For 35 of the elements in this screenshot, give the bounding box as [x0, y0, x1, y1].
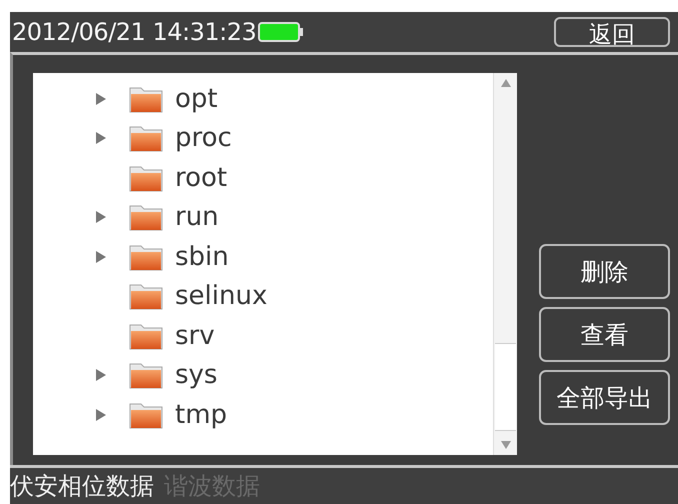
- expander-icon[interactable]: [95, 210, 107, 224]
- expander-icon[interactable]: [95, 368, 107, 382]
- action-button[interactable]: 查看: [539, 307, 670, 362]
- folder-name[interactable]: opt: [175, 84, 218, 114]
- folder-name[interactable]: run: [175, 202, 219, 232]
- scroll-thumb[interactable]: [495, 343, 516, 431]
- scroll-down-icon[interactable]: [501, 441, 511, 449]
- expander-icon[interactable]: [95, 408, 107, 422]
- scrollbar[interactable]: [493, 73, 517, 455]
- folder-name[interactable]: tmp: [175, 400, 228, 430]
- folder-icon: [129, 322, 163, 350]
- folder-icon: [129, 84, 163, 113]
- folder-icon: [129, 203, 163, 232]
- expander-icon[interactable]: [95, 131, 107, 146]
- folder-name[interactable]: root: [175, 162, 228, 193]
- folder-name[interactable]: proc: [175, 123, 232, 154]
- folder-name[interactable]: selinux: [175, 281, 268, 312]
- action-button[interactable]: 全部导出: [539, 370, 670, 425]
- folder-icon: [129, 282, 163, 310]
- folder-icon: [129, 400, 163, 429]
- folder-name[interactable]: sbin: [175, 242, 229, 272]
- folder-name[interactable]: sys: [175, 360, 218, 390]
- action-button[interactable]: 删除: [539, 244, 670, 299]
- tab[interactable]: 伏安相位数据: [10, 470, 154, 502]
- battery-icon: [258, 22, 304, 42]
- folder-icon: [129, 124, 163, 152]
- folder-icon: [129, 164, 163, 192]
- scroll-up-icon[interactable]: [501, 79, 511, 87]
- back-button[interactable]: 返回: [554, 17, 670, 47]
- folder-icon: [129, 242, 163, 271]
- folder-name[interactable]: srv: [175, 320, 215, 351]
- expander-icon[interactable]: [95, 92, 107, 106]
- expander-icon[interactable]: [95, 250, 107, 264]
- date-time: 2012/06/21 14:31:23: [12, 18, 256, 46]
- folder-icon: [129, 361, 163, 390]
